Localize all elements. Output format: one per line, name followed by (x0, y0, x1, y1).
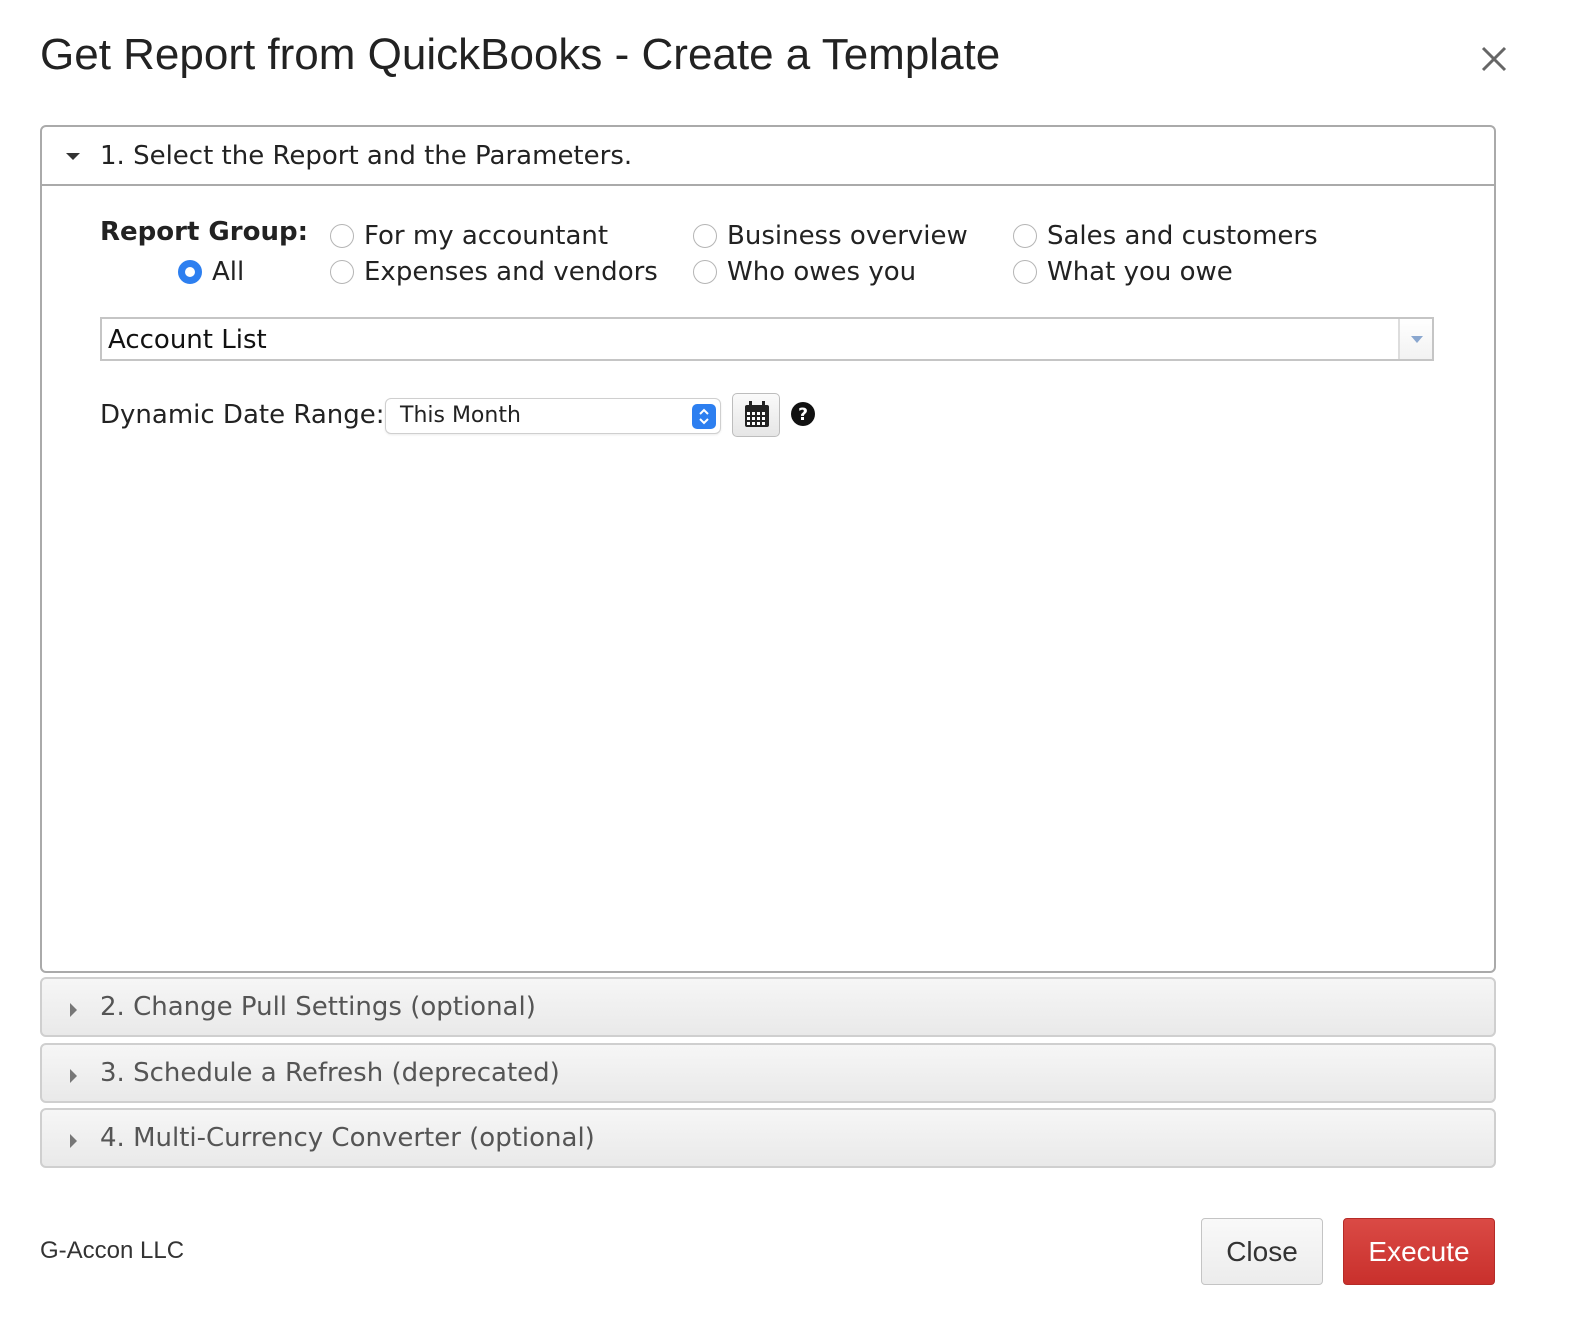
report-group-label: Report Group: (100, 217, 308, 247)
calendar-icon (745, 401, 769, 427)
caret-right-icon (70, 1003, 77, 1017)
caret-right-icon (70, 1134, 77, 1148)
section-2-label: 2. Change Pull Settings (optional) (100, 992, 536, 1022)
section-4-label: 4. Multi-Currency Converter (optional) (100, 1123, 595, 1153)
footer-brand: G-Accon LLC (40, 1237, 185, 1264)
report-select-dropdown-button[interactable] (1398, 319, 1432, 359)
radio-for-my-accountant[interactable]: For my accountant (330, 221, 608, 251)
radio-all[interactable]: All (178, 257, 244, 287)
execute-button[interactable]: Execute (1343, 1218, 1495, 1285)
date-range-select[interactable]: This Month (385, 398, 721, 434)
date-range-value: This Month (400, 403, 521, 428)
section-3-label: 3. Schedule a Refresh (deprecated) (100, 1058, 560, 1088)
radio-circle[interactable] (693, 260, 717, 284)
radio-business-overview[interactable]: Business overview (693, 221, 968, 251)
radio-expenses-and-vendors[interactable]: Expenses and vendors (330, 257, 658, 287)
report-select-value: Account List (108, 325, 267, 355)
caret-right-icon (70, 1069, 77, 1083)
radio-label: All (212, 257, 245, 287)
svg-text:?: ? (798, 405, 808, 425)
close-icon[interactable] (1474, 40, 1514, 80)
radio-label: Who owes you (727, 257, 917, 287)
caret-down-icon (66, 153, 80, 160)
close-button[interactable]: Close (1201, 1218, 1323, 1285)
section-select-report: 1. Select the Report and the Parameters.… (40, 125, 1496, 973)
section-1-label: 1. Select the Report and the Parameters. (100, 141, 633, 171)
radio-label: For my accountant (364, 221, 609, 251)
calendar-button[interactable] (732, 393, 780, 437)
section-1-header[interactable]: 1. Select the Report and the Parameters. (42, 127, 1494, 186)
radio-label: Business overview (727, 221, 968, 251)
radio-circle-selected[interactable] (178, 260, 202, 284)
help-icon[interactable]: ? (790, 401, 816, 427)
radio-label: What you owe (1047, 257, 1233, 287)
radio-label: Expenses and vendors (364, 257, 658, 287)
radio-what-you-owe[interactable]: What you owe (1013, 257, 1233, 287)
section-pull-settings[interactable]: 2. Change Pull Settings (optional) (40, 977, 1496, 1037)
radio-sales-and-customers[interactable]: Sales and customers (1013, 221, 1318, 251)
radio-circle[interactable] (1013, 260, 1037, 284)
radio-label: Sales and customers (1047, 221, 1318, 251)
date-range-label: Dynamic Date Range: (100, 400, 385, 430)
radio-circle[interactable] (693, 224, 717, 248)
dialog-title: Get Report from QuickBooks - Create a Te… (40, 30, 1001, 79)
report-select[interactable]: Account List (100, 317, 1434, 361)
select-stepper-icon (692, 404, 716, 429)
radio-circle[interactable] (330, 224, 354, 248)
radio-circle[interactable] (1013, 224, 1037, 248)
chevron-down-icon (1411, 336, 1423, 343)
radio-circle[interactable] (330, 260, 354, 284)
section-schedule-refresh[interactable]: 3. Schedule a Refresh (deprecated) (40, 1043, 1496, 1103)
radio-who-owes-you[interactable]: Who owes you (693, 257, 916, 287)
section-multi-currency[interactable]: 4. Multi-Currency Converter (optional) (40, 1108, 1496, 1168)
